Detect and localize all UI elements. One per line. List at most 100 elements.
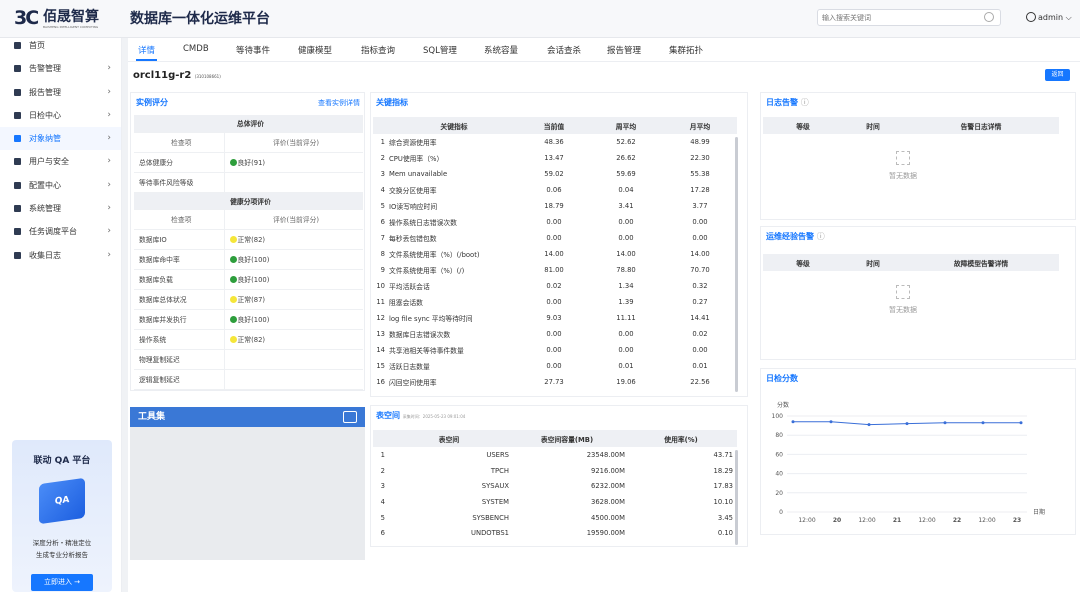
- sidebar-item[interactable]: 配置中心 ›: [0, 174, 121, 197]
- metric-name: 共享池相关等待事件数量: [389, 347, 464, 355]
- table-row: 操作系统 正常(82): [134, 329, 363, 350]
- week-avg: 0.00: [618, 218, 634, 226]
- sidebar-item-label: 报告管理: [29, 87, 61, 97]
- sidebar-item-label: 配置中心: [29, 180, 61, 190]
- tablespace-capacity: 4500.00M: [591, 513, 625, 522]
- logo-subtext: BAISHENG INTELLIGENT COMPUTING: [43, 25, 99, 29]
- sidebar-item[interactable]: 报告管理 ›: [0, 81, 121, 104]
- table-row: 15 活跃日志数量 0.00 0.01 0.01: [373, 358, 737, 374]
- week-avg: 0.00: [618, 346, 634, 354]
- tab[interactable]: 详情: [135, 44, 158, 61]
- sidebar-item[interactable]: 对象纳管 ›: [0, 127, 121, 151]
- table-row: 3 SYSAUX 6232.00M 17.83: [373, 478, 737, 494]
- sidebar-item[interactable]: 系统管理 ›: [0, 197, 121, 220]
- row-index: 15: [376, 362, 385, 370]
- table-row: 14 共享池相关等待事件数量 0.00 0.00 0.00: [373, 342, 737, 358]
- system-icon: [14, 205, 21, 213]
- y-axis-label: 分数: [777, 401, 789, 409]
- status-text: 正常(87): [237, 296, 266, 304]
- table-row: 1 USERS 23548.00M 43.71: [373, 447, 737, 463]
- sidebar-item-label: 告警管理: [29, 64, 61, 74]
- instance-name: orcl11g-r2: [133, 70, 192, 81]
- tab[interactable]: 会话查杀: [547, 44, 581, 56]
- table-row: 数据库并发执行 良好(100): [134, 309, 363, 330]
- search-input[interactable]: [822, 12, 972, 24]
- score-cell: 正常(87): [224, 289, 363, 310]
- sidebar-item[interactable]: 日检中心 ›: [0, 104, 121, 127]
- row-index: 5: [380, 513, 385, 522]
- sidebar-item[interactable]: 用户与安全 ›: [0, 150, 121, 173]
- user-name: admin: [1038, 13, 1064, 22]
- help-icon[interactable]: ⓘ: [801, 98, 809, 107]
- home-icon: [14, 42, 21, 49]
- status-text: 良好(100): [237, 276, 270, 284]
- check-item: 数据库总体状况: [134, 289, 225, 310]
- tab[interactable]: 报告管理: [607, 44, 641, 56]
- tablespace-panel: 表空间 采集时间：2025-05-23 09:01:04 表空间 表空间容量(MB…: [370, 405, 748, 547]
- search-box[interactable]: [817, 9, 1001, 26]
- tablespace-capacity: 6232.00M: [591, 482, 625, 491]
- promo-line-1: 深度分析・精准定位: [32, 539, 92, 547]
- status-text: 良好(100): [237, 256, 270, 264]
- tab[interactable]: 等待事件: [236, 44, 270, 56]
- metric-name: 每秒丢包错包数: [389, 235, 437, 243]
- table-header: 等级 时间 故障模型告警详情: [763, 254, 1059, 271]
- tab[interactable]: 系统容量: [484, 44, 518, 56]
- report-icon: [14, 88, 21, 96]
- current-value: 0.02: [546, 282, 562, 290]
- metric-name: IO读写响应时间: [389, 203, 438, 211]
- user-menu[interactable]: admin ⌵: [1026, 12, 1072, 23]
- help-icon[interactable]: ⓘ: [817, 232, 825, 241]
- search-icon[interactable]: [984, 12, 994, 22]
- table-row: 逻辑复制延迟: [134, 369, 363, 390]
- enter-now-button[interactable]: 立即进入 →: [31, 574, 93, 591]
- tab[interactable]: 指标查询: [361, 44, 395, 56]
- row-index: 2: [380, 466, 385, 475]
- table-header: 等级 时间 告警日志详情: [763, 117, 1059, 134]
- logo-mark: 3C: [14, 7, 39, 29]
- metrics-scrollbar[interactable]: [735, 137, 738, 392]
- col-header: 表空间容量(MB): [509, 430, 625, 447]
- col-header: 检查项: [134, 209, 225, 230]
- panel-title: 表空间 采集时间：2025-05-23 09:01:04: [376, 411, 465, 422]
- week-avg: 0.04: [618, 186, 634, 194]
- metric-name: 数据库日志错误次数: [389, 331, 451, 339]
- panel-title: 日志告警 ⓘ: [766, 98, 809, 108]
- view-instance-detail-link[interactable]: 查看实例详情: [318, 98, 360, 108]
- chevron-down-icon: ⌵: [1065, 13, 1072, 22]
- week-avg: 0.00: [618, 234, 634, 242]
- metric-name: Mem unavailable: [389, 170, 448, 178]
- empty-state: 暂无数据: [889, 151, 917, 181]
- current-value: 0.00: [546, 218, 562, 226]
- tab[interactable]: CMDB: [183, 44, 209, 54]
- tab[interactable]: SQL管理: [423, 44, 457, 56]
- x-tick-label: 12:00: [798, 517, 815, 524]
- back-button[interactable]: 返回: [1045, 69, 1070, 81]
- logo-text: 佰晟智算: [43, 9, 99, 25]
- month-avg: 0.27: [692, 298, 708, 306]
- row-index: 13: [376, 330, 385, 338]
- monitor-icon: [14, 135, 21, 143]
- metric-name: 平均活跃会话: [389, 283, 430, 291]
- tab[interactable]: 健康模型: [298, 44, 332, 56]
- sidebar-item[interactable]: 告警管理 ›: [0, 57, 121, 80]
- x-tick-label: 22: [953, 517, 961, 524]
- col-header: 使用率(%): [625, 430, 737, 447]
- col-header: 告警日志详情: [903, 117, 1059, 134]
- current-value: 27.73: [544, 378, 564, 386]
- sidebar-item[interactable]: 收集日志 ›: [0, 244, 121, 267]
- current-value: 13.47: [544, 154, 564, 162]
- row-index: 11: [376, 298, 385, 306]
- status-dot-icon: [229, 296, 237, 303]
- row-index: 5: [380, 202, 385, 210]
- sidebar-item-label: 用户与安全: [29, 157, 69, 167]
- tab[interactable]: 集群拓扑: [669, 44, 703, 56]
- month-avg: 3.77: [692, 202, 708, 210]
- metric-name: 活跃日志数量: [389, 363, 430, 371]
- tablespace-scrollbar[interactable]: [735, 450, 738, 545]
- sidebar-item[interactable]: 首页: [0, 34, 121, 57]
- logo[interactable]: 3C 佰晟智算 BAISHENG INTELLIGENT COMPUTING: [14, 7, 106, 31]
- expand-icon[interactable]: [343, 411, 357, 423]
- sidebar-item[interactable]: 任务调度平台 ›: [0, 220, 121, 243]
- metric-name: 操作系统日志错误次数: [389, 219, 457, 227]
